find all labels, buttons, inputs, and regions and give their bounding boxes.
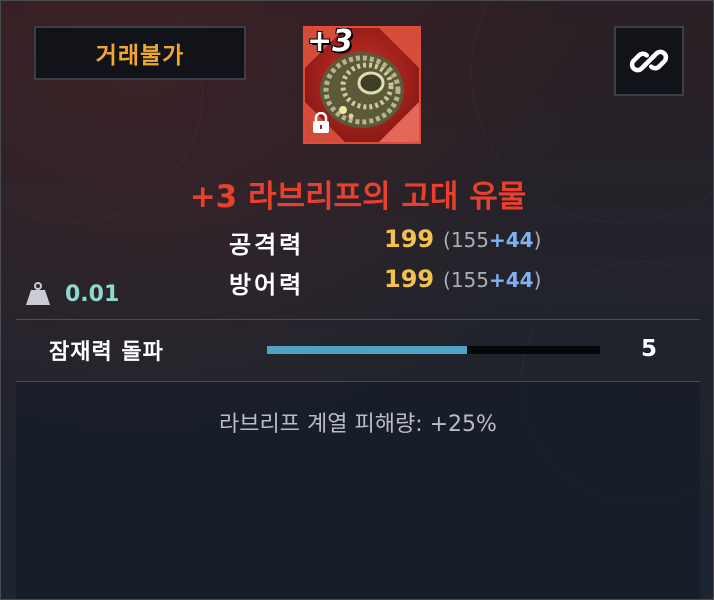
stat-breakdown: (155+44) bbox=[443, 268, 542, 292]
stat-value: 199 bbox=[384, 225, 435, 253]
item-name: +3 라브리프의 고대 유물 bbox=[189, 179, 527, 215]
stat-value: 199 bbox=[384, 265, 435, 293]
potential-value: 5 bbox=[641, 336, 658, 362]
stat-bonus: +44 bbox=[489, 268, 534, 292]
stat-label: 공격력 bbox=[229, 231, 305, 259]
stat-base: 155 bbox=[450, 268, 489, 292]
stat-base: 155 bbox=[450, 228, 489, 252]
link-icon bbox=[629, 49, 669, 73]
item-effect-text: 라브리프 계열 피해량: +25% bbox=[219, 412, 497, 437]
link-button[interactable] bbox=[614, 26, 684, 96]
potential-progress-bar bbox=[267, 346, 600, 354]
divider bbox=[16, 319, 700, 320]
stat-row-attack: 공격력 199 (155+44) bbox=[229, 225, 629, 261]
stat-label: 방어력 bbox=[229, 271, 305, 299]
potential-label: 잠재력 돌파 bbox=[49, 340, 164, 365]
item-tooltip: 거래불가 +3 +3 라브리프의 고대 유물 공격력 199 (155+44) … bbox=[0, 0, 714, 600]
stat-row-defense: 방어력 199 (155+44) bbox=[229, 265, 629, 301]
item-weight: 0.01 bbox=[25, 279, 119, 309]
lock-icon bbox=[311, 111, 331, 138]
item-upgrade-level: +3 bbox=[307, 26, 354, 59]
stat-breakdown: (155+44) bbox=[443, 228, 542, 252]
potential-progress-fill bbox=[267, 346, 467, 354]
trade-status-badge: 거래불가 bbox=[34, 26, 246, 80]
weight-icon bbox=[26, 282, 50, 305]
weight-value: 0.01 bbox=[65, 281, 120, 307]
item-icon: +3 bbox=[303, 26, 421, 144]
stat-bonus: +44 bbox=[489, 228, 534, 252]
